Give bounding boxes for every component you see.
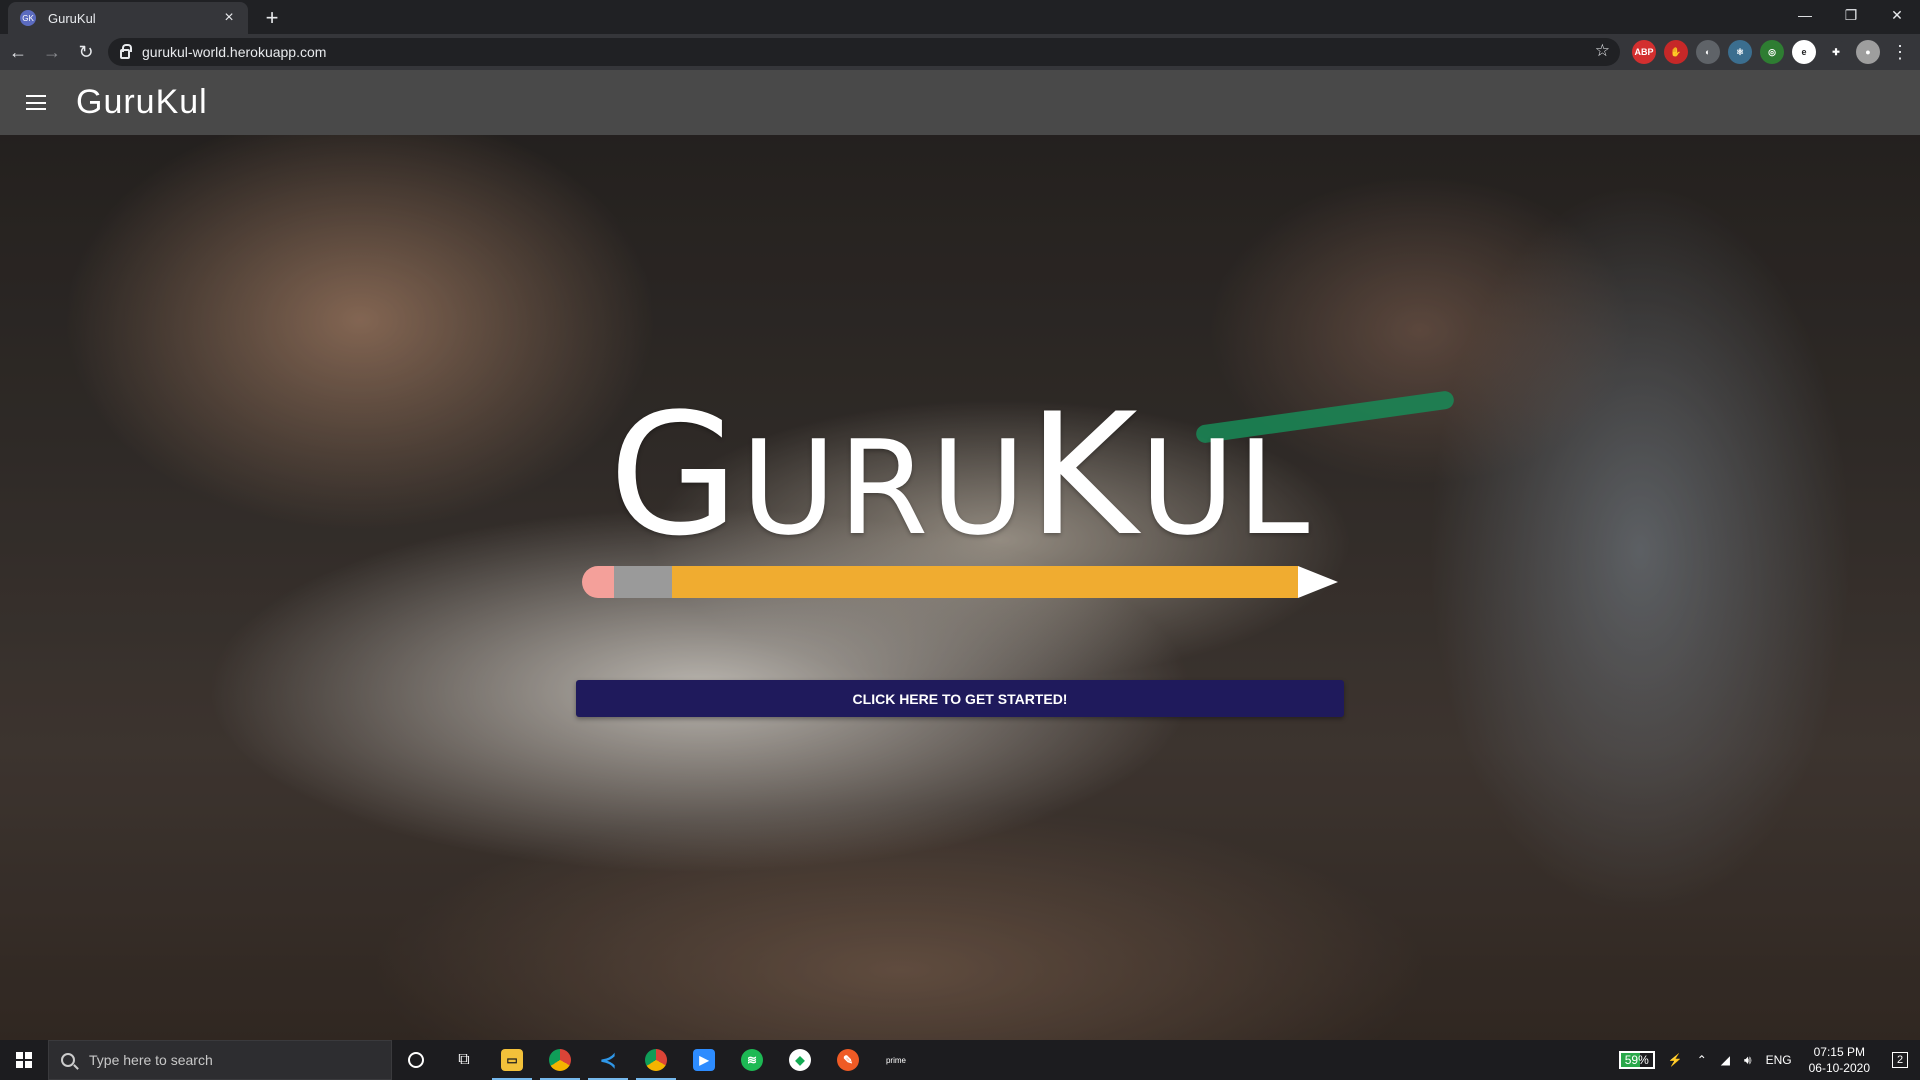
power-plug-icon[interactable]: ⚡: [1668, 1053, 1683, 1067]
browser-toolbar: ← → ↻ gurukul-world.herokuapp.com ☆ ABP ✋…: [0, 34, 1920, 70]
web-page: GuruKul GURUKUL A Peer To Peer Education…: [0, 70, 1920, 1040]
file-explorer-icon[interactable]: ▭: [488, 1040, 536, 1080]
pencil-divider: [582, 566, 1338, 598]
clock-date: 06-10-2020: [1808, 1061, 1870, 1075]
window-controls: — ❐ ✕: [1782, 0, 1920, 30]
app-navbar: GuruKul: [0, 70, 1920, 135]
hand-extension-icon[interactable]: ✋: [1664, 40, 1688, 64]
search-placeholder: Type here to search: [89, 1052, 213, 1068]
get-started-button[interactable]: CLICK HERE TO GET STARTED!: [576, 680, 1344, 717]
vscode-icon[interactable]: ≺: [584, 1040, 632, 1080]
windows-logo-icon: [16, 1052, 32, 1068]
mongodb-compass-icon[interactable]: ◆: [776, 1040, 824, 1080]
zoom-icon[interactable]: ▶: [680, 1040, 728, 1080]
volume-icon[interactable]: 🔊︎: [1744, 1053, 1752, 1068]
adblock-icon[interactable]: ABP: [1632, 40, 1656, 64]
language-indicator[interactable]: ENG: [1766, 1053, 1792, 1067]
minimize-button[interactable]: —: [1782, 0, 1828, 30]
e-extension-icon[interactable]: e: [1792, 40, 1816, 64]
favicon-icon: GK: [20, 10, 36, 26]
browser-tab[interactable]: GK GuruKul ×: [8, 2, 248, 34]
pencil-ferrule: [614, 566, 672, 598]
lock-icon: [120, 44, 132, 59]
restore-button[interactable]: ❐: [1828, 0, 1874, 30]
hamburger-menu-icon[interactable]: [26, 95, 46, 110]
system-clock[interactable]: 07:15 PM 06-10-2020: [1809, 1044, 1870, 1076]
browser-menu-icon[interactable]: ⋮: [1884, 36, 1916, 68]
spotify-icon[interactable]: ≋: [728, 1040, 776, 1080]
reload-button[interactable]: ↻: [70, 36, 102, 68]
hero-title-k: K: [1027, 377, 1140, 573]
hero-title-g: G: [608, 377, 741, 573]
pencil-eraser: [582, 566, 614, 598]
extensions-bar: ABP ✋ ◐ ⚛ ◎ e ✚ ●: [1628, 34, 1884, 70]
green-extension-icon[interactable]: ◎: [1760, 40, 1784, 64]
tab-close-icon[interactable]: ×: [220, 9, 238, 27]
browser-tabstrip: GK GuruKul × + — ❐ ✕: [0, 0, 1920, 34]
cortana-icon[interactable]: [392, 1040, 440, 1080]
hero-title: GURUKUL: [0, 390, 1920, 573]
url-text[interactable]: gurukul-world.herokuapp.com: [142, 44, 326, 60]
start-button[interactable]: [0, 1040, 48, 1080]
bookmark-star-icon[interactable]: ☆: [1595, 41, 1610, 61]
new-tab-button[interactable]: +: [258, 4, 286, 32]
notification-count: 2: [1891, 1052, 1909, 1068]
network-icon[interactable]: ◢: [1721, 1053, 1730, 1067]
brand-logo[interactable]: GuruKul: [76, 83, 208, 122]
back-button[interactable]: ←: [2, 36, 34, 68]
grey-extension-icon[interactable]: ◐: [1696, 40, 1720, 64]
forward-button[interactable]: →: [36, 36, 68, 68]
system-tray: 59% ⚡ ⌃ ◢ 🔊︎ ENG 07:15 PM 06-10-2020 2: [1618, 1040, 1920, 1080]
pencil-body: [672, 566, 1298, 598]
close-window-button[interactable]: ✕: [1874, 0, 1920, 30]
chrome-icon[interactable]: [536, 1040, 584, 1080]
hero-title-ul: UL: [1139, 412, 1312, 564]
profile-avatar-icon[interactable]: ●: [1856, 40, 1880, 64]
hero-title-uru: URU: [740, 412, 1028, 564]
taskbar-search-box[interactable]: Type here to search: [48, 1040, 392, 1080]
search-icon: [61, 1053, 75, 1067]
react-devtools-icon[interactable]: ⚛: [1728, 40, 1752, 64]
clock-time: 07:15 PM: [1813, 1045, 1865, 1059]
task-view-icon[interactable]: ⧉: [440, 1040, 488, 1080]
windows-taskbar: Type here to search ⧉ ▭ ≺ ▶ ≋ ◆ ✎ prime …: [0, 1040, 1920, 1080]
postman-icon[interactable]: ✎: [824, 1040, 872, 1080]
action-center-icon[interactable]: 2: [1880, 1040, 1920, 1080]
tab-title: GuruKul: [48, 10, 96, 26]
pencil-tip: [1298, 566, 1338, 598]
chrome-profile-icon[interactable]: [632, 1040, 680, 1080]
prime-video-icon[interactable]: prime: [872, 1040, 920, 1080]
battery-indicator[interactable]: 59%: [1618, 1051, 1655, 1069]
puzzle-extensions-icon[interactable]: ✚: [1824, 40, 1848, 64]
address-bar[interactable]: gurukul-world.herokuapp.com ☆: [108, 38, 1620, 66]
show-hidden-icons-chevron[interactable]: ⌃: [1697, 1053, 1707, 1067]
